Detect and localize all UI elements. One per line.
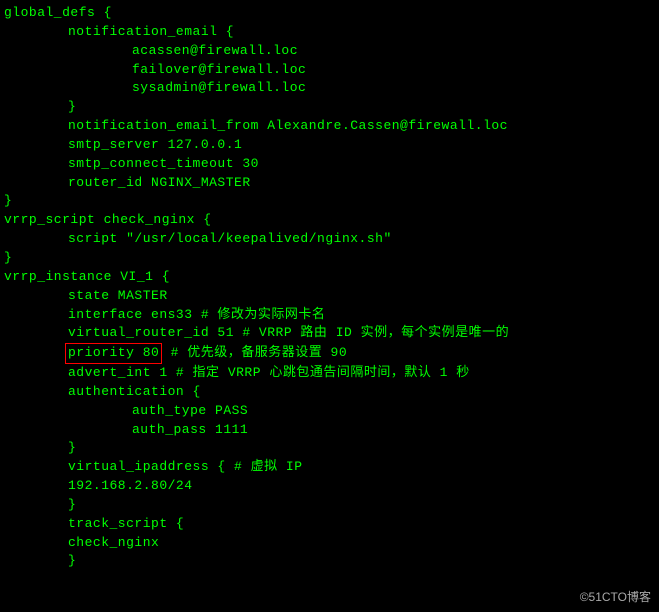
config-line: } xyxy=(4,192,655,211)
config-line: smtp_server 127.0.0.1 xyxy=(4,136,655,155)
config-line: virtual_ipaddress { # 虚拟 IP xyxy=(4,458,655,477)
config-line: global_defs { xyxy=(4,4,655,23)
config-line: } xyxy=(4,98,655,117)
config-line: authentication { xyxy=(4,383,655,402)
config-line-priority: priority 80 # 优先级，备服务器设置 90 xyxy=(4,343,655,364)
config-line: check_nginx xyxy=(4,534,655,553)
config-line: script "/usr/local/keepalived/nginx.sh" xyxy=(4,230,655,249)
config-line: } xyxy=(4,439,655,458)
config-line: 192.168.2.80/24 xyxy=(4,477,655,496)
priority-highlight: priority 80 xyxy=(65,343,162,364)
config-line: vrrp_instance VI_1 { xyxy=(4,268,655,287)
priority-comment: # 优先级，备服务器设置 90 xyxy=(162,345,347,360)
config-line: } xyxy=(4,496,655,515)
config-line: acassen@firewall.loc xyxy=(4,42,655,61)
watermark-text: ©51CTO博客 xyxy=(580,589,651,606)
config-line: failover@firewall.loc xyxy=(4,61,655,80)
config-line: } xyxy=(4,249,655,268)
config-line: auth_pass 1111 xyxy=(4,421,655,440)
config-line: interface ens33 # 修改为实际网卡名 xyxy=(4,306,655,325)
config-line: vrrp_script check_nginx { xyxy=(4,211,655,230)
config-line: smtp_connect_timeout 30 xyxy=(4,155,655,174)
config-line: sysadmin@firewall.loc xyxy=(4,79,655,98)
config-line: auth_type PASS xyxy=(4,402,655,421)
config-line: notification_email_from Alexandre.Cassen… xyxy=(4,117,655,136)
config-line: state MASTER xyxy=(4,287,655,306)
config-line: track_script { xyxy=(4,515,655,534)
config-line: advert_int 1 # 指定 VRRP 心跳包通告间隔时间，默认 1 秒 xyxy=(4,364,655,383)
config-line: notification_email { xyxy=(4,23,655,42)
config-line: } xyxy=(4,552,655,571)
config-line: virtual_router_id 51 # VRRP 路由 ID 实例，每个实… xyxy=(4,324,655,343)
config-line: router_id NGINX_MASTER xyxy=(4,174,655,193)
